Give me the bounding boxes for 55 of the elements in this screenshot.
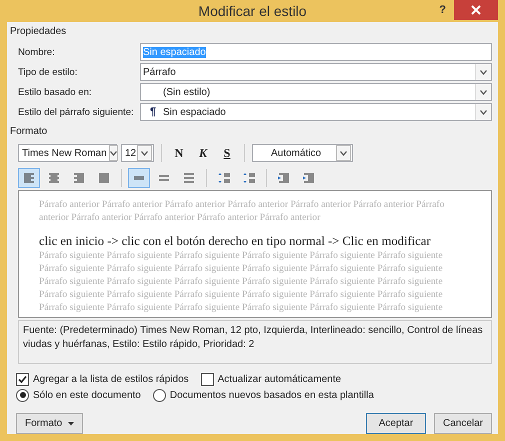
field-value: Sin espaciado bbox=[163, 106, 227, 118]
preview-line: Párrafo siguiente Párrafo siguiente Párrafo siguiente Párrafo siguiente Párrafo siguiente Párrafo siguiente bbox=[39, 275, 444, 288]
justify-icon bbox=[97, 171, 111, 185]
checkbox-label: Actualizar automáticamente bbox=[218, 374, 342, 384]
checkbox[interactable] bbox=[200, 372, 214, 386]
color-dropdown[interactable]: Automático bbox=[252, 144, 353, 162]
style-dropdown[interactable]: Párrafo bbox=[140, 63, 492, 81]
ok-button[interactable]: Aceptar bbox=[366, 413, 426, 434]
checkbox[interactable] bbox=[16, 372, 29, 386]
field-value: (Sin estilo) bbox=[163, 86, 212, 98]
align-right-icon bbox=[72, 171, 86, 185]
caret-icon bbox=[68, 422, 74, 426]
close-button[interactable] bbox=[454, 0, 498, 20]
field-value: Párrafo bbox=[143, 66, 177, 78]
space-after-icon bbox=[242, 171, 256, 185]
underline-button[interactable]: S bbox=[217, 144, 237, 162]
indent-icon bbox=[302, 171, 316, 185]
font-dropdown[interactable]: Times New Roman bbox=[18, 144, 117, 162]
double-icon bbox=[182, 171, 196, 185]
cancel-button[interactable]: Cancelar bbox=[434, 413, 492, 434]
outdent-icon bbox=[277, 171, 291, 185]
preview-line: Párrafo anterior Párrafo anterior Párrafo anterior Párrafo anterior Párrafo anterior Párrafo anterior Párrafo bbox=[39, 198, 446, 211]
paragraph-mark-icon: ¶ bbox=[150, 106, 156, 118]
radio-button[interactable] bbox=[152, 388, 166, 402]
group-heading: Propiedades bbox=[10, 25, 68, 39]
field-label: Estilo basado en: bbox=[18, 86, 93, 98]
align-center-icon bbox=[47, 171, 61, 185]
field-label: Estilo del párrafo siguiente: bbox=[18, 106, 135, 118]
paragraph-format-button[interactable] bbox=[128, 168, 150, 188]
space-before-icon bbox=[217, 171, 231, 185]
italic-button[interactable]: K bbox=[193, 144, 213, 162]
style-description: Fuente: (Predeterminado) Times New Roman, 12 pto, Izquierda, Interlineado: sencillo, Control de líneas viudas y huérfanas, Estilo: Estilo rápido, Prioridad: 2 bbox=[23, 325, 483, 350]
help-button[interactable]: ? bbox=[435, 2, 450, 18]
bold-button[interactable]: N bbox=[169, 144, 189, 162]
close-icon bbox=[471, 5, 481, 15]
preview-line: Párrafo siguiente Párrafo siguiente Párrafo siguiente Párrafo siguiente Párrafo siguiente Párrafo siguiente bbox=[39, 249, 444, 262]
sample-text: clic en inicio -> clic con el botón derecho en tipo normal -> Clic en modificar bbox=[39, 234, 432, 249]
radio-label: Sólo en este documento bbox=[33, 390, 141, 400]
size-dropdown[interactable]: 12 bbox=[121, 144, 154, 162]
preview-line: Párrafo siguiente Párrafo siguiente Párrafo siguiente Párrafo siguiente Párrafo siguiente Párrafo siguiente bbox=[39, 288, 444, 301]
preview-line: Párrafo siguiente Párrafo siguiente Párrafo siguiente Párrafo siguiente Párrafo siguiente Párrafo siguiente bbox=[39, 262, 444, 275]
field-label: Tipo de estilo: bbox=[18, 66, 78, 78]
style-dropdown[interactable]: (Sin estilo) bbox=[140, 83, 492, 101]
field-label: Nombre: bbox=[18, 46, 56, 58]
style-dropdown[interactable]: ¶ Sin espaciado bbox=[140, 103, 492, 121]
align-left-icon bbox=[22, 171, 36, 185]
radio-label: Documentos nuevos basados en esta plantilla bbox=[170, 390, 374, 400]
checkbox-label: Agregar a la lista de estilos rápidos bbox=[33, 374, 189, 384]
preview-line: Párrafo siguiente Párrafo siguiente Párrafo siguiente Párrafo siguiente Párrafo siguiente Párrafo siguiente bbox=[39, 301, 444, 314]
format-menu-button[interactable]: Formato bbox=[16, 413, 84, 434]
group-heading: Formato bbox=[10, 125, 48, 139]
preview-line: anterior Párrafo anterior Párrafo anterior Párrafo anterior Párrafo anterior bbox=[39, 211, 322, 224]
radio-button[interactable] bbox=[16, 388, 29, 402]
window-title: Modificar el estilo bbox=[198, 3, 307, 19]
paragraph-format-button[interactable] bbox=[18, 168, 40, 188]
